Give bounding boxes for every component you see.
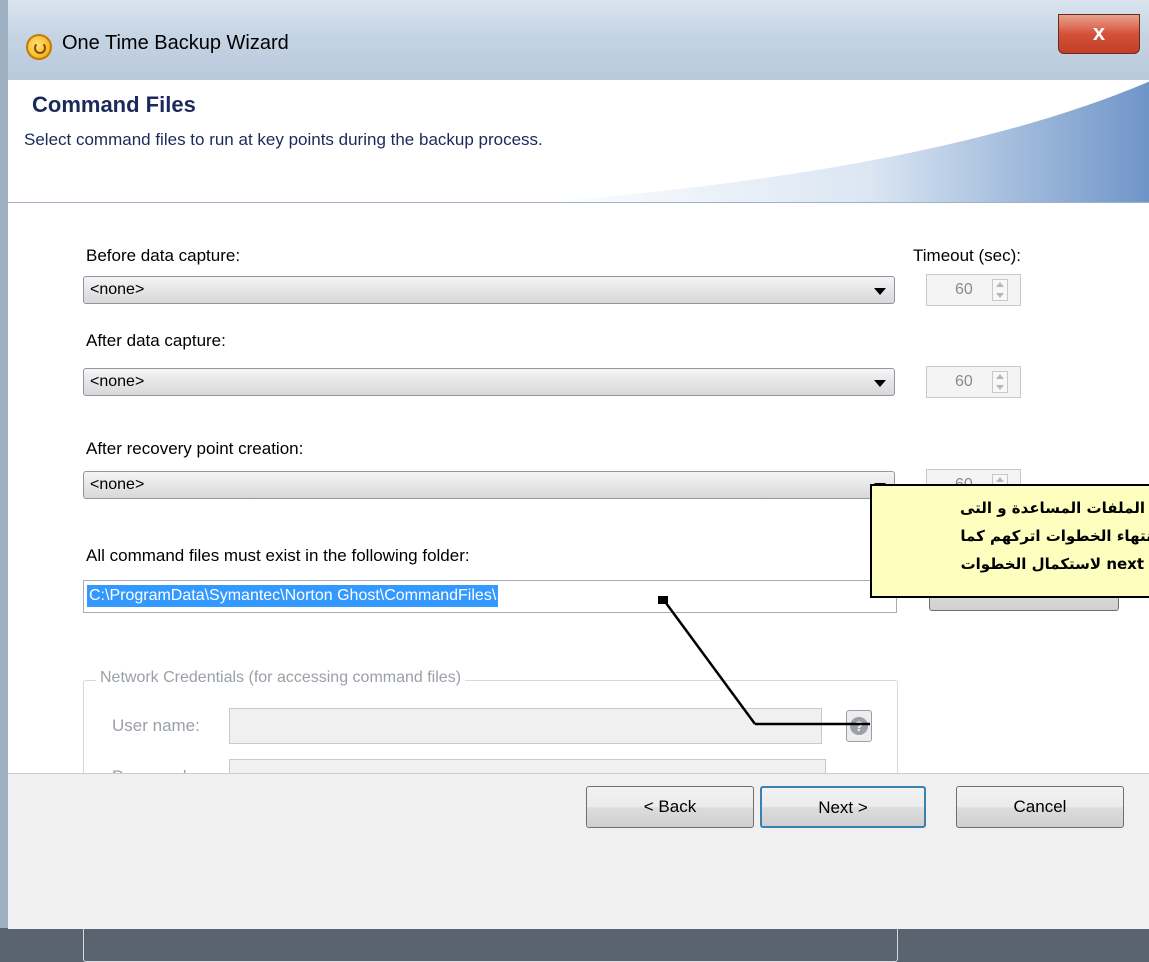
username-field[interactable] [229,708,822,744]
help-icon[interactable]: ? [846,710,872,742]
chevron-down-icon [874,288,886,295]
spinner-arrows-icon[interactable] [992,371,1008,393]
folder-label: All command files must exist in the foll… [86,546,470,565]
ghost-app-icon [26,34,52,60]
network-credentials-legend: Network Credentials (for accessing comma… [96,669,466,687]
arabic-annotation-callout: ن الملفات المساعدة و التى بإنتهاء الخطوا… [870,484,1149,598]
back-button[interactable]: < Back [586,786,754,828]
window-title: One Time Backup Wizard [62,32,289,54]
page-subtitle: Select command files to run at key point… [24,130,543,149]
after-capture-label: After data capture: [86,331,226,350]
command-folder-path: C:\ProgramData\Symantec\Norton Ghost\Com… [87,585,499,607]
recovery-point-label: After recovery point creation: [86,439,304,458]
wizard-footer: < Back Next > Cancel [8,773,1149,929]
page-title: Command Files [32,92,196,117]
next-button[interactable]: Next > [760,786,926,828]
window-left-frame [0,0,8,928]
wizard-window: One Time Backup Wizard x Command Files S… [0,0,1149,962]
chevron-down-icon [874,380,886,387]
recovery-point-value: <none> [90,476,145,493]
cancel-button[interactable]: Cancel [956,786,1124,828]
close-button[interactable]: x [1058,14,1140,54]
before-capture-value: <none> [90,281,145,298]
after-timeout-spinner[interactable]: 60 [926,366,1021,398]
callout-line-2: بإنتهاء الخطوات اتركهم كما [960,527,1149,545]
spinner-arrows-icon[interactable] [992,279,1008,301]
username-label: User name: [112,716,200,735]
before-timeout-value: 60 [955,281,973,298]
timeout-label: Timeout (sec): [913,246,1022,265]
before-capture-label: Before data capture: [86,246,241,265]
command-folder-input[interactable]: C:\ProgramData\Symantec\Norton Ghost\Com… [83,580,897,613]
title-bar: One Time Backup Wizard x [8,0,1149,80]
before-timeout-spinner[interactable]: 60 [926,274,1021,306]
after-timeout-value: 60 [955,373,973,390]
callout-line-3: ى next لاستكمال الخطوات [960,555,1149,573]
before-capture-combo[interactable]: <none> [83,276,895,304]
wizard-header: Command Files Select command files to ru… [8,80,1149,203]
recovery-point-combo[interactable]: <none> [83,471,895,499]
callout-line-1: ن الملفات المساعدة و التى [959,499,1149,517]
after-capture-combo[interactable]: <none> [83,368,895,396]
after-capture-value: <none> [90,373,145,390]
